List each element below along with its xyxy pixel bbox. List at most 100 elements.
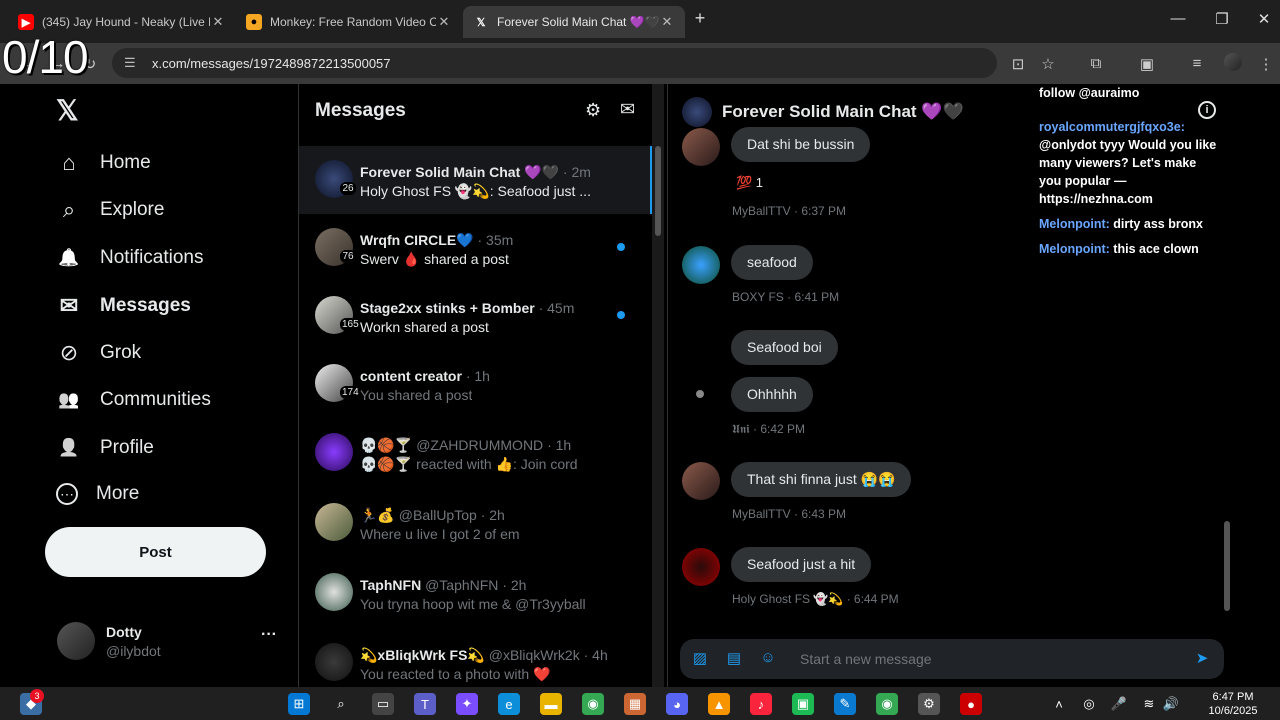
- search-icon: ⌕: [62, 197, 76, 222]
- avatar: [682, 246, 720, 284]
- emoji-icon[interactable]: ☺: [758, 649, 778, 669]
- chevron-up-icon[interactable]: ˄: [1048, 693, 1070, 715]
- message-bubble[interactable]: Dat shi be bussin: [731, 127, 871, 162]
- more-icon[interactable]: ···: [261, 626, 277, 644]
- close-icon[interactable]: ✕: [210, 14, 226, 30]
- profile-avatar-icon[interactable]: [1224, 53, 1242, 71]
- menu-dots-icon[interactable]: ⋮: [1256, 55, 1276, 73]
- volume-icon[interactable]: 🔊: [1160, 693, 1182, 715]
- avatar: [682, 128, 720, 166]
- message-bubble[interactable]: Seafood just a hit: [731, 547, 872, 582]
- conversation-item[interactable]: 165 Stage2xx stinks + Bomber · 45m Workn…: [299, 282, 651, 350]
- app-icon[interactable]: ▲: [708, 693, 730, 715]
- settings-gear-icon[interactable]: ⚙: [585, 100, 601, 121]
- stream-chat-overlay: follow @auraimo royalcommutergjfqxo3e: @…: [1039, 84, 1220, 265]
- send-icon[interactable]: ➤: [1192, 649, 1212, 669]
- app-icon[interactable]: ✎: [834, 693, 856, 715]
- chrome-icon[interactable]: ◉: [876, 693, 898, 715]
- new-message-icon[interactable]: ✉: [620, 99, 635, 120]
- image-icon[interactable]: ▨: [690, 649, 710, 669]
- monkey-icon: ●: [246, 14, 262, 30]
- message-meta: MyBallTTV · 6:37 PM: [732, 204, 847, 218]
- conversation-name: 🏃💰: [360, 507, 395, 523]
- clock-time: 6:47 PM: [1212, 691, 1254, 703]
- app-icon[interactable]: ▦: [624, 693, 646, 715]
- conversation-item[interactable]: 26 Forever Solid Main Chat 💜🖤 · 2m Holy …: [299, 146, 652, 214]
- close-icon[interactable]: ✕: [436, 14, 452, 30]
- stream-chat-user: royalcommutergjfqxo3e:: [1039, 120, 1185, 134]
- chat-header[interactable]: Forever Solid Main Chat 💜🖤: [682, 97, 964, 127]
- close-icon[interactable]: ✕: [659, 14, 675, 30]
- message-bubble[interactable]: Ohhhhh: [731, 377, 813, 412]
- conversation-handle: @TaphNFN: [425, 577, 499, 593]
- nav-more[interactable]: ⋯ More: [56, 483, 139, 505]
- account-switcher[interactable]: Dotty @ilybdot ···: [57, 620, 287, 664]
- conversation-item[interactable]: 🏃💰 @BallUpTop · 2h Where u live I got 2 …: [299, 489, 651, 557]
- post-button[interactable]: Post: [45, 527, 266, 577]
- conversation-item[interactable]: TaphNFN @TaphNFN · 2h You tryna hoop wit…: [299, 559, 651, 627]
- new-tab-button[interactable]: +: [690, 8, 710, 29]
- system-clock[interactable]: 6:47 PM 10/6/2025: [1190, 690, 1276, 718]
- teams-icon[interactable]: T: [414, 693, 436, 715]
- search-icon[interactable]: ⌕: [330, 693, 352, 715]
- edge-icon[interactable]: e: [498, 693, 520, 715]
- reading-list-icon[interactable]: ≡: [1187, 55, 1207, 72]
- discord-icon[interactable]: ◕: [666, 693, 688, 715]
- avatar: [315, 573, 353, 611]
- start-icon[interactable]: ⊞: [288, 693, 310, 715]
- message-input[interactable]: [800, 639, 1180, 679]
- nav-label: Notifications: [100, 247, 204, 268]
- avatar: [682, 462, 720, 500]
- message-bubble[interactable]: That shi finna just 😭😭: [731, 462, 912, 497]
- windows-taskbar: ◆ 3 ⊞ ⌕ ▭ T ✦ e ▬ ◉ ▦ ◕ ▲ ♪ ▣ ✎ ◉ ⚙ ● ˄ …: [0, 687, 1280, 720]
- app-icon[interactable]: ▣: [792, 693, 814, 715]
- site-info-icon[interactable]: ☰: [124, 55, 140, 71]
- conversation-time: · 4h: [583, 647, 608, 663]
- chat-scrollbar[interactable]: [1221, 84, 1233, 631]
- conversation-handle: @xBliqkWrk2k: [488, 647, 580, 663]
- avatar: [315, 503, 353, 541]
- nav-home[interactable]: ⌂ Home: [56, 150, 150, 176]
- tab-monkey[interactable]: ● Monkey: Free Random Video Ch ✕: [236, 6, 462, 38]
- nav-communities[interactable]: 👥 Communities: [56, 387, 210, 413]
- x-logo-icon[interactable]: 𝕏: [56, 94, 79, 127]
- message-bubble[interactable]: seafood: [731, 245, 813, 280]
- conversation-item[interactable]: 174 content creator · 1h You shared a po…: [299, 350, 651, 418]
- settings-gear-icon[interactable]: ⚙: [918, 693, 940, 715]
- music-icon[interactable]: ♪: [750, 693, 772, 715]
- scrollbar-thumb[interactable]: [655, 146, 661, 236]
- nav-messages[interactable]: ✉ Messages: [56, 293, 191, 319]
- wifi-icon[interactable]: ≋: [1138, 693, 1160, 715]
- close-window-button[interactable]: ✕: [1254, 10, 1274, 28]
- conversation-item[interactable]: 76 Wrqfn CIRCLE💙 · 35m Swerv 🩸 shared a …: [299, 214, 651, 282]
- install-app-icon[interactable]: ⊡: [1008, 55, 1028, 73]
- list-scrollbar[interactable]: [652, 84, 664, 687]
- bookmark-star-icon[interactable]: ☆: [1038, 55, 1058, 73]
- maximize-button[interactable]: ❐: [1212, 10, 1232, 28]
- minimize-button[interactable]: —: [1168, 10, 1188, 27]
- scrollbar-thumb[interactable]: [1224, 521, 1230, 611]
- task-view-icon[interactable]: ▭: [372, 693, 394, 715]
- notification-badge: 3: [30, 689, 44, 703]
- nav-profile[interactable]: 👤 Profile: [56, 435, 153, 461]
- microphone-icon[interactable]: 🎤: [1108, 693, 1130, 715]
- clock-date: 10/6/2025: [1208, 705, 1258, 717]
- nav-label: Messages: [100, 295, 191, 316]
- obs-icon[interactable]: ●: [960, 693, 982, 715]
- nav-grok[interactable]: ⊘ Grok: [56, 340, 141, 366]
- extensions-icon[interactable]: ⧉: [1086, 55, 1106, 72]
- conversation-item[interactable]: 💀🏀🍸 @ZAHDRUMMOND · 1h 💀🏀🍸 reacted with 👍…: [299, 419, 651, 487]
- nav-notifications[interactable]: 🔔 Notifications: [56, 245, 204, 271]
- file-explorer-icon[interactable]: ▬: [540, 693, 562, 715]
- chrome-icon[interactable]: ◉: [582, 693, 604, 715]
- address-bar[interactable]: ☰ x.com/messages/1972489872213500057: [112, 48, 997, 78]
- network-icon[interactable]: ◎: [1078, 693, 1100, 715]
- reaction[interactable]: 💯 1: [736, 175, 763, 191]
- media-icon[interactable]: ▣: [1137, 55, 1157, 73]
- message-bubble[interactable]: Seafood boi: [731, 330, 838, 365]
- message-meta: BOXY FS · 6:41 PM: [732, 290, 840, 304]
- nav-explore[interactable]: ⌕ Explore: [56, 197, 165, 223]
- copilot-icon[interactable]: ✦: [456, 693, 478, 715]
- tab-x-messages[interactable]: 𝕏 Forever Solid Main Chat 💜🖤 · ✕: [463, 6, 685, 38]
- gif-icon[interactable]: ▤: [724, 649, 744, 669]
